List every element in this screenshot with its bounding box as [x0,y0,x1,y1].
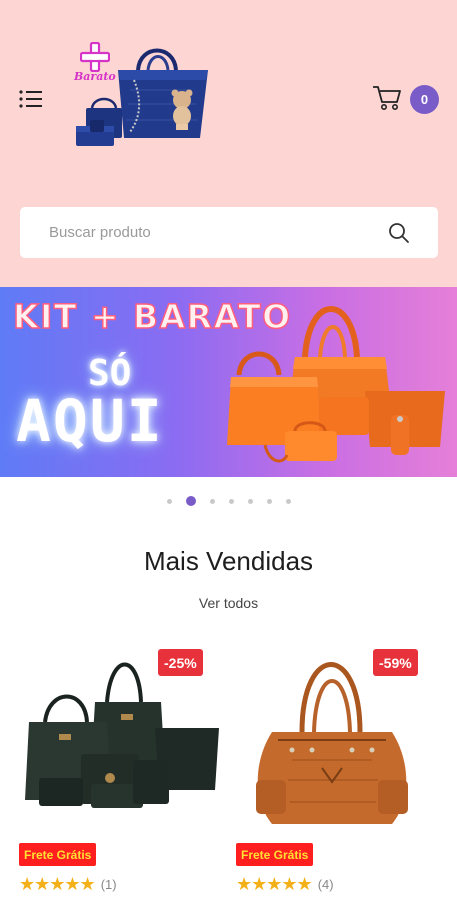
menu-button[interactable] [18,88,44,110]
carousel-dot[interactable] [266,498,272,504]
carousel-dot[interactable] [285,498,291,504]
carousel-dot[interactable] [228,498,234,504]
shopping-cart-icon [373,86,401,110]
section-title: Mais Vendidas [143,546,314,576]
handbag-set-image [76,48,208,146]
orange-bag-set-image [227,306,445,463]
search-input[interactable] [49,217,369,248]
banner-line-2: AQUI [16,387,164,455]
carousel-dot[interactable] [209,498,215,504]
product-rating: ★★★★★ (4) [236,874,334,895]
free-shipping-badge: Frete Grátis [236,843,314,866]
app-header: Barato 0 Buscar produto [0,0,457,287]
carousel-indicators [0,495,457,507]
cart-button[interactable] [372,84,402,112]
product-card[interactable]: -59% Frete Grátis ★★★★★ (4) [232,640,442,895]
discount-badge: -25% [158,649,203,676]
menu-list-icon [19,90,42,108]
discount-badge: -59% [373,649,418,676]
carousel-dot-active[interactable] [185,496,196,506]
carousel-dot[interactable] [247,498,253,504]
free-shipping-badge: Frete Grátis [19,843,97,866]
promo-banner[interactable]: KIT + BARATO SÓ AQUI [0,287,457,477]
product-card[interactable]: -25% Frete Grátis ★★★★★ (1) [15,640,225,895]
cart-count-badge: 0 [410,85,439,114]
search-icon[interactable] [388,222,410,244]
review-count: (1) [100,877,117,892]
star-rating-icon: ★★★★★ [236,874,313,894]
see-all-link[interactable]: Ver todos [0,595,457,611]
carousel-dot[interactable] [166,498,172,504]
product-rating: ★★★★★ (1) [19,874,117,895]
store-logo[interactable]: Barato [70,40,215,148]
star-rating-icon: ★★★★★ [19,874,96,894]
search-bar [20,207,438,258]
review-count: (4) [317,877,334,892]
